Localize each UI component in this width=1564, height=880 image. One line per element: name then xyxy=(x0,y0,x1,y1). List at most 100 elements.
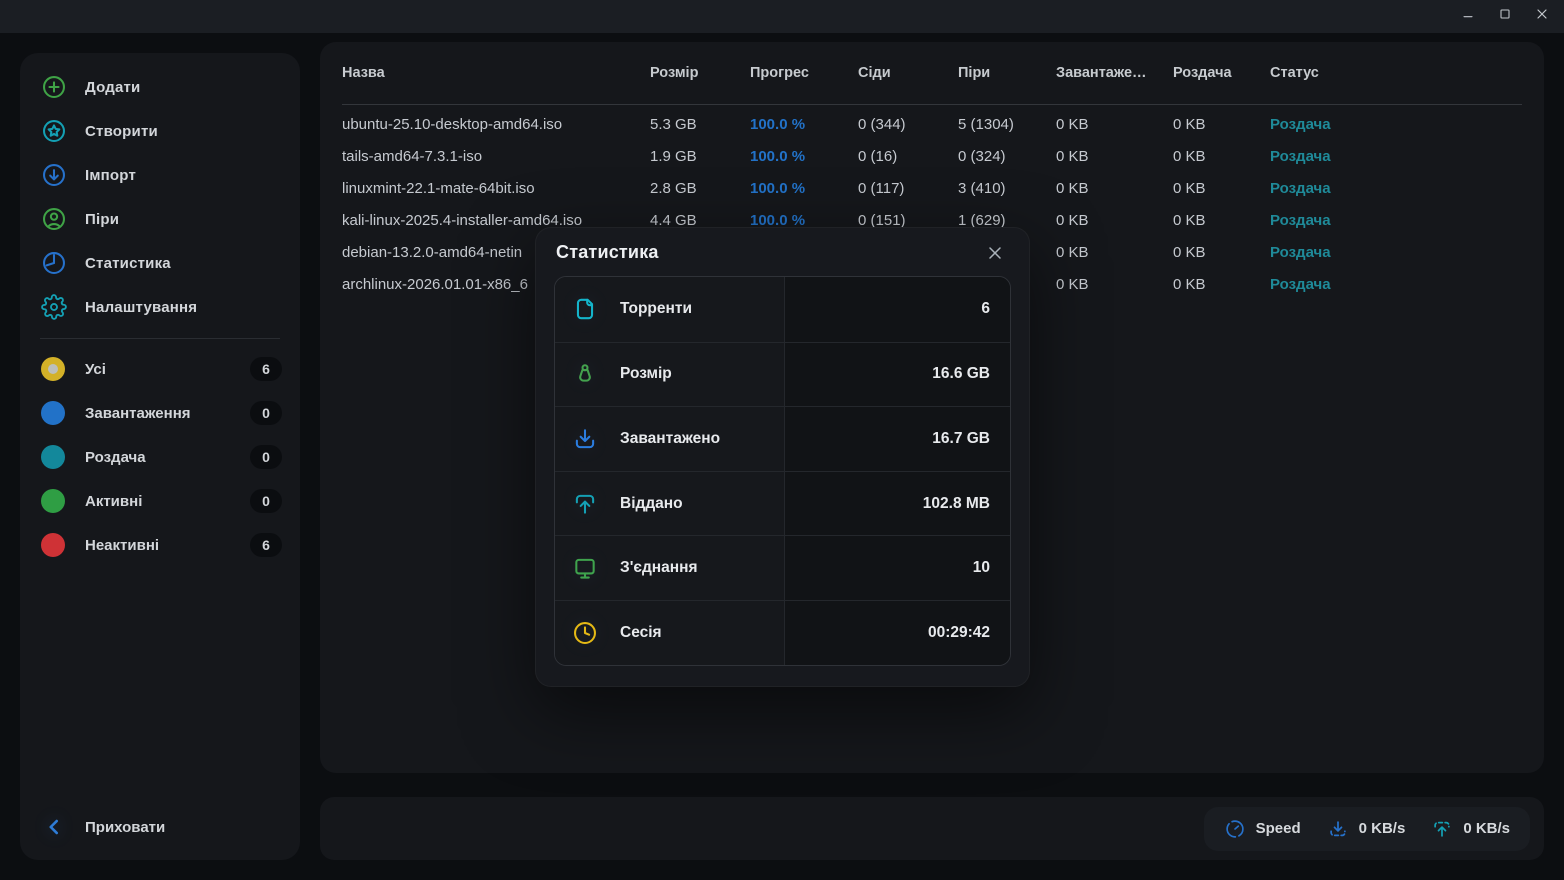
statistics-row: Розмір 16.6 GB xyxy=(555,342,1010,407)
pie-chart-icon xyxy=(41,250,67,276)
filter-label: Усі xyxy=(85,361,250,378)
column-header-5[interactable]: Завантаже… xyxy=(1056,65,1173,81)
menu-item-label: Створити xyxy=(85,123,158,140)
statistics-row-label-cell: Завантажено xyxy=(555,407,785,471)
filter-color-dot-icon xyxy=(41,445,65,469)
column-header-2[interactable]: Прогрес xyxy=(750,65,858,81)
statistics-row-value: 6 xyxy=(981,300,990,318)
statistics-table: Торренти 6 Розмір 16.6 GB Завантажено 16… xyxy=(554,276,1011,666)
upload-speed-value: 0 KB/s xyxy=(1463,820,1510,837)
sidebar-item-додати[interactable]: Додати xyxy=(20,65,300,109)
torrent-downloaded: 0 KB xyxy=(1056,244,1173,261)
torrent-size: 5.3 GB xyxy=(650,116,750,133)
sidebar-item-статистика[interactable]: Статистика xyxy=(20,241,300,285)
speed-indicator: Speed xyxy=(1224,818,1301,840)
column-header-3[interactable]: Сіди xyxy=(858,65,958,81)
statistics-row-label: Завантажено xyxy=(620,430,720,448)
filter-label: Неактивні xyxy=(85,537,250,554)
plus-circle-icon xyxy=(41,74,67,100)
filter-count-badge: 0 xyxy=(250,445,282,469)
torrent-uploaded: 0 KB xyxy=(1173,180,1270,197)
filter-item-неактивні[interactable]: Неактивні 6 xyxy=(20,523,300,567)
torrent-uploaded: 0 KB xyxy=(1173,116,1270,133)
sidebar-item-налаштування[interactable]: Налаштування xyxy=(20,285,300,329)
filter-label: Роздача xyxy=(85,449,250,466)
torrent-downloaded: 0 KB xyxy=(1056,180,1173,197)
statistics-row-label: Сесія xyxy=(620,624,662,642)
torrent-progress: 100.0 % xyxy=(750,212,858,229)
filter-color-dot-icon xyxy=(41,357,65,381)
menu-item-label: Піри xyxy=(85,211,119,228)
torrent-row[interactable]: tails-amd64-7.3.1-iso 1.9 GB 100.0 % 0 (… xyxy=(342,140,1522,172)
filter-color-dot-icon xyxy=(41,401,65,425)
column-header-7[interactable]: Статус xyxy=(1270,65,1522,81)
torrent-status: Роздача xyxy=(1270,148,1522,165)
sidebar-item-створити[interactable]: Створити xyxy=(20,109,300,153)
file-icon xyxy=(572,296,598,322)
chevron-left-icon xyxy=(41,814,67,840)
statistics-row-value-cell: 102.8 MB xyxy=(785,472,1010,536)
column-header-6[interactable]: Роздача xyxy=(1173,65,1270,81)
menu-item-label: Статистика xyxy=(85,255,171,272)
torrent-uploaded: 0 KB xyxy=(1173,212,1270,229)
filter-item-завантаження[interactable]: Завантаження 0 xyxy=(20,391,300,435)
torrent-peers: 1 (629) xyxy=(958,212,1056,229)
minimize-icon xyxy=(1460,6,1476,27)
minimize-button[interactable] xyxy=(1460,9,1476,25)
speed-label: Speed xyxy=(1256,820,1301,837)
torrent-seeds: 0 (16) xyxy=(858,148,958,165)
torrent-status: Роздача xyxy=(1270,116,1522,133)
sidebar-filters: Усі 6 Завантаження 0 Роздача 0 Активні 0… xyxy=(20,347,300,567)
torrent-name: ubuntu-25.10-desktop-amd64.iso xyxy=(342,116,650,133)
statistics-dialog: Статистика Торренти 6 Розмір 16.6 GB Зав… xyxy=(535,227,1030,687)
maximize-button[interactable] xyxy=(1497,9,1513,25)
filter-item-роздача[interactable]: Роздача 0 xyxy=(20,435,300,479)
collapse-label: Приховати xyxy=(85,819,165,836)
download-speed-value: 0 KB/s xyxy=(1359,820,1406,837)
statistics-row-value: 16.6 GB xyxy=(932,365,990,383)
weight-icon xyxy=(572,361,598,387)
statistics-row: Завантажено 16.7 GB xyxy=(555,406,1010,471)
statistics-row-label-cell: Торренти xyxy=(555,277,785,342)
star-circle-icon xyxy=(41,118,67,144)
collapse-sidebar-button[interactable]: Приховати xyxy=(20,805,300,849)
sidebar-menu: Додати Створити Імпорт Піри Статистика Н… xyxy=(20,53,300,329)
statistics-row: Торренти 6 xyxy=(555,277,1010,342)
torrent-peers: 3 (410) xyxy=(958,180,1056,197)
statistics-row-label: З'єднання xyxy=(620,559,698,577)
torrent-peers: 0 (324) xyxy=(958,148,1056,165)
sidebar-divider xyxy=(40,338,280,339)
filter-item-активні[interactable]: Активні 0 xyxy=(20,479,300,523)
sidebar-item-піри[interactable]: Піри xyxy=(20,197,300,241)
torrent-row[interactable]: ubuntu-25.10-desktop-amd64.iso 5.3 GB 10… xyxy=(342,108,1522,140)
column-header-1[interactable]: Розмір xyxy=(650,65,750,81)
filter-item-усі[interactable]: Усі 6 xyxy=(20,347,300,391)
close-button[interactable] xyxy=(1534,9,1550,25)
statistics-row-value: 00:29:42 xyxy=(928,624,990,642)
statistics-row-value: 10 xyxy=(973,559,990,577)
torrent-uploaded: 0 KB xyxy=(1173,276,1270,293)
torrent-downloaded: 0 KB xyxy=(1056,276,1173,293)
torrent-seeds: 0 (344) xyxy=(858,116,958,133)
column-header-4[interactable]: Піри xyxy=(958,65,1056,81)
torrent-uploaded: 0 KB xyxy=(1173,148,1270,165)
sidebar-item-імпорт[interactable]: Імпорт xyxy=(20,153,300,197)
torrent-uploaded: 0 KB xyxy=(1173,244,1270,261)
titlebar xyxy=(0,0,1564,33)
menu-item-label: Імпорт xyxy=(85,167,136,184)
torrent-row[interactable]: linuxmint-22.1-mate-64bit.iso 2.8 GB 100… xyxy=(342,172,1522,204)
torrent-status: Роздача xyxy=(1270,212,1522,229)
torrent-size: 4.4 GB xyxy=(650,212,750,229)
column-header-0[interactable]: Назва xyxy=(342,65,650,81)
statistics-row-label: Віддано xyxy=(620,495,683,513)
menu-item-label: Налаштування xyxy=(85,299,197,316)
monitor-icon xyxy=(572,555,598,581)
statistics-row-value-cell: 00:29:42 xyxy=(785,601,1010,665)
torrent-downloaded: 0 KB xyxy=(1056,212,1173,229)
dialog-close-button[interactable] xyxy=(985,243,1005,263)
gauge-icon xyxy=(1224,818,1246,840)
statistics-row-label-cell: Віддано xyxy=(555,472,785,536)
filter-count-badge: 0 xyxy=(250,401,282,425)
statistics-dialog-header: Статистика xyxy=(536,228,1029,263)
torrent-status: Роздача xyxy=(1270,276,1522,293)
